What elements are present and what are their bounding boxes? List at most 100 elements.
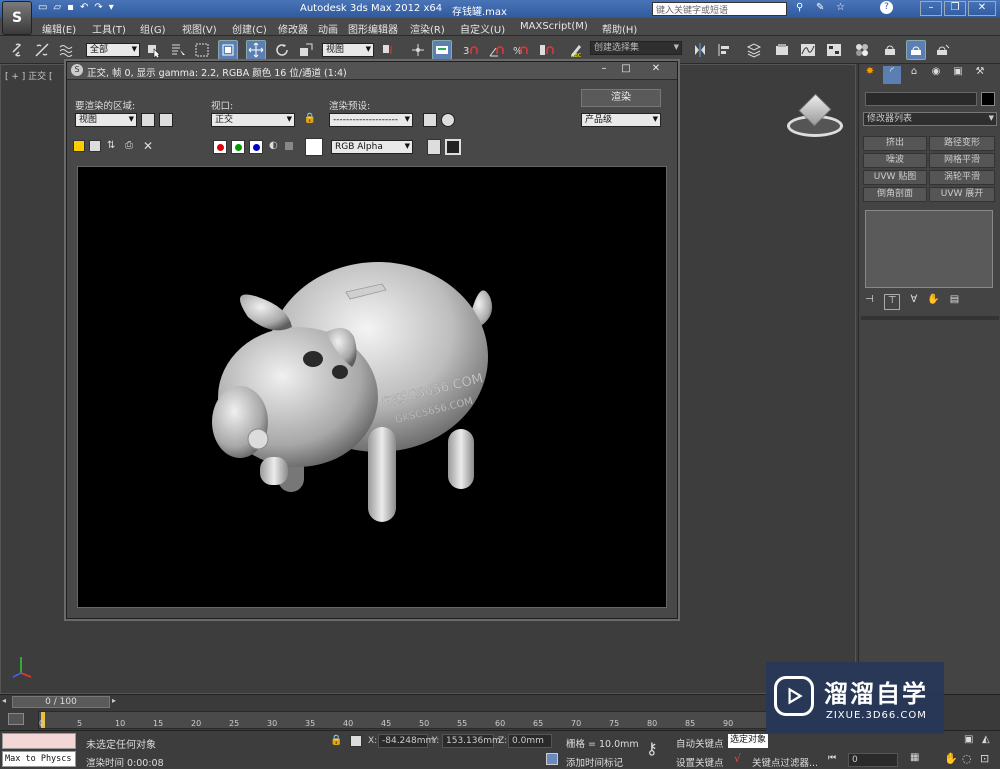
- auto-key-button[interactable]: 自动关键点: [676, 736, 724, 750]
- modifier-unwrap-uvw-button[interactable]: UVW 展开: [929, 187, 995, 202]
- menu-animation[interactable]: 动画: [318, 21, 338, 36]
- current-frame-field[interactable]: 0: [848, 753, 898, 767]
- menu-tools[interactable]: 工具(T): [92, 21, 126, 36]
- menu-group[interactable]: 组(G): [140, 21, 166, 36]
- modifier-path-deform-button[interactable]: 路径变形: [929, 136, 995, 151]
- render-area-dropdown[interactable]: 视图: [75, 113, 137, 127]
- clear-icon[interactable]: ✕: [143, 139, 153, 153]
- maxscript-listener-field[interactable]: [2, 733, 76, 749]
- viewport-select-dropdown[interactable]: 正交: [211, 113, 295, 127]
- alpha-channel-icon[interactable]: ◐: [269, 140, 278, 151]
- z-coord-field[interactable]: 0.0mm: [508, 734, 552, 748]
- mirror-icon[interactable]: [690, 40, 710, 60]
- display-tab-icon[interactable]: ▣: [949, 66, 967, 84]
- motion-tab-icon[interactable]: ◉: [927, 66, 945, 84]
- auto-region-icon[interactable]: [159, 113, 173, 127]
- object-color-swatch[interactable]: [981, 92, 995, 106]
- track-bar[interactable]: 0 5 10 15 20 25 30 35 40 45 50 55 60 65 …: [38, 711, 768, 729]
- tools-icon[interactable]: ✎: [816, 2, 824, 13]
- goto-start-icon[interactable]: ⏮: [828, 753, 836, 763]
- named-selection-dropdown[interactable]: 创建选择集: [590, 41, 682, 55]
- edit-named-selection-icon[interactable]: ABC: [566, 40, 586, 60]
- menu-maxscript[interactable]: MAXScript(M): [520, 21, 588, 32]
- viewcube[interactable]: [787, 93, 843, 139]
- set-key-button[interactable]: 设置关键点: [676, 755, 724, 769]
- dropdown-icon[interactable]: ▾: [109, 2, 114, 16]
- modifier-noise-button[interactable]: 噪波: [863, 153, 927, 168]
- pan-icon[interactable]: ✋: [944, 752, 958, 765]
- render-button[interactable]: 渲染: [581, 89, 661, 107]
- time-slider[interactable]: 0 / 100: [12, 696, 110, 708]
- timeline-prev-arrow[interactable]: ◂: [2, 696, 12, 708]
- selection-filter-dropdown[interactable]: 全部: [86, 43, 140, 57]
- add-time-tag-icon[interactable]: [546, 753, 558, 765]
- render-frame-icon[interactable]: [906, 40, 926, 60]
- printer-icon[interactable]: ⎙: [125, 140, 133, 151]
- material-editor-icon[interactable]: [852, 40, 872, 60]
- configure-sets-icon[interactable]: ▤: [950, 294, 959, 310]
- render-setup-small-icon[interactable]: [423, 113, 437, 127]
- undo-icon[interactable]: ↶: [80, 2, 88, 16]
- open-file-icon[interactable]: ▱: [53, 2, 61, 16]
- background-color-swatch[interactable]: [305, 138, 323, 156]
- unlink-icon[interactable]: [32, 40, 52, 60]
- lock-viewport-icon[interactable]: 🔒: [303, 113, 317, 127]
- modifier-extrude-button[interactable]: 挤出: [863, 136, 927, 151]
- keyboard-shortcut-icon[interactable]: [432, 40, 452, 60]
- minimize-button[interactable]: –: [920, 1, 942, 16]
- schematic-view-icon[interactable]: [824, 40, 844, 60]
- render-preset-dropdown[interactable]: --------------------: [329, 113, 413, 127]
- add-time-tag-label[interactable]: 添加时间标记: [566, 755, 623, 769]
- maximize-viewport-icon[interactable]: ⊡: [980, 752, 989, 765]
- modifier-list-dropdown[interactable]: 修改器列表: [863, 112, 997, 126]
- pivot-center-icon[interactable]: [378, 40, 398, 60]
- edit-region-icon[interactable]: [141, 113, 155, 127]
- selected-objects-dropdown[interactable]: 选定对象: [728, 734, 768, 748]
- key-filters-button[interactable]: 关键点过滤器...: [752, 755, 818, 769]
- rect-selection-icon[interactable]: [192, 40, 212, 60]
- x-coord-field[interactable]: -84.248mm: [378, 734, 434, 748]
- curve-editor-icon[interactable]: [798, 40, 818, 60]
- render-window-close[interactable]: ✕: [645, 63, 667, 77]
- red-channel-toggle[interactable]: [213, 140, 227, 154]
- redo-icon[interactable]: ↷: [94, 2, 102, 16]
- angle-snap-icon[interactable]: [486, 40, 506, 60]
- save-icon[interactable]: ▪: [67, 2, 74, 16]
- viewport-label[interactable]: [ + ] 正交 [: [5, 69, 53, 82]
- toggle-ui-overlay-icon[interactable]: [427, 139, 441, 155]
- menu-create[interactable]: 创建(C): [232, 21, 267, 36]
- menu-edit[interactable]: 编辑(E): [42, 21, 76, 36]
- menu-customize[interactable]: 自定义(U): [460, 21, 505, 36]
- create-tab-icon[interactable]: ✸: [861, 66, 879, 84]
- snap-3d-icon[interactable]: 3: [460, 40, 480, 60]
- object-name-field[interactable]: [865, 92, 977, 106]
- restore-button[interactable]: ❐: [944, 1, 966, 16]
- close-button[interactable]: ✕: [968, 1, 996, 16]
- move-icon[interactable]: [246, 40, 266, 60]
- clone-frame-icon[interactable]: [89, 140, 101, 152]
- graphite-tools-icon[interactable]: [772, 40, 792, 60]
- render-window-minimize[interactable]: –: [595, 63, 613, 77]
- key-filter-icon[interactable]: √: [734, 752, 741, 765]
- menu-graph-editors[interactable]: 图形编辑器: [348, 21, 398, 36]
- y-coord-field[interactable]: 153.136mm: [442, 734, 501, 748]
- ref-coord-dropdown[interactable]: 视图: [322, 43, 374, 57]
- show-end-result-icon[interactable]: ⊤: [883, 294, 901, 310]
- render-window-maximize[interactable]: □: [617, 63, 635, 77]
- blue-channel-toggle[interactable]: [249, 140, 263, 154]
- render-setup-icon[interactable]: [880, 40, 900, 60]
- select-object-icon[interactable]: [144, 40, 164, 60]
- menu-modifiers[interactable]: 修改器: [278, 21, 308, 36]
- modifier-turbosmooth-button[interactable]: 涡轮平滑: [929, 170, 995, 185]
- quick-render-icon[interactable]: [932, 40, 952, 60]
- make-unique-icon[interactable]: ∀: [910, 294, 917, 310]
- new-file-icon[interactable]: ▭: [38, 2, 47, 16]
- absolute-mode-icon[interactable]: [350, 735, 362, 747]
- utilities-tab-icon[interactable]: ⚒: [971, 66, 989, 84]
- menu-views[interactable]: 视图(V): [182, 21, 217, 36]
- print-icon[interactable]: ⇅: [107, 140, 115, 151]
- select-by-name-icon[interactable]: [168, 40, 188, 60]
- selection-lock-icon[interactable]: 🔒: [330, 735, 342, 746]
- layer-manager-icon[interactable]: [744, 40, 764, 60]
- app-logo-icon[interactable]: S: [2, 1, 32, 35]
